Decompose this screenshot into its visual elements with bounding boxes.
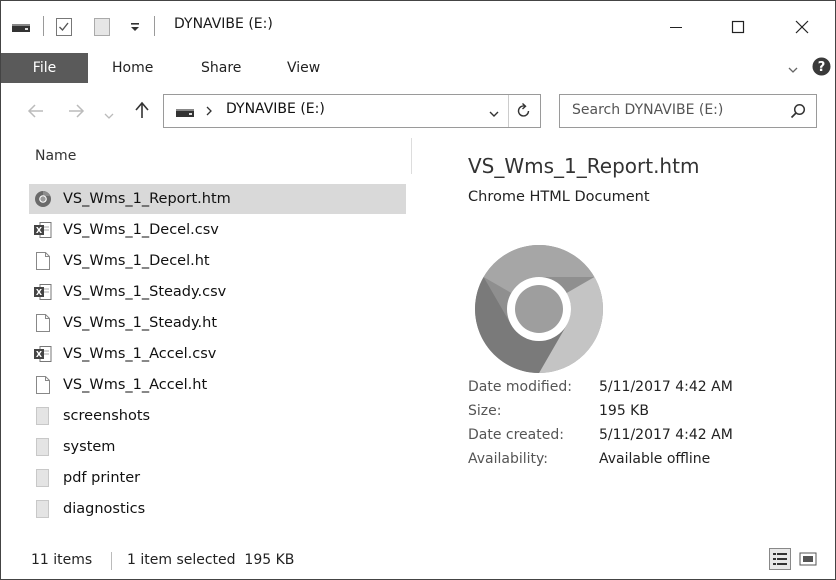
column-header-name[interactable]: Name <box>35 148 76 164</box>
list-item[interactable]: VS_Wms_1_Accel.ht <box>29 370 406 400</box>
forward-arrow-icon[interactable] <box>67 103 85 123</box>
property-row: Size: 195 KB <box>468 403 835 427</box>
property-row: Date modified: 5/11/2017 4:42 AM <box>468 379 835 403</box>
file-icon-gray <box>33 467 53 489</box>
item-count: 11 items <box>31 552 93 568</box>
tab-home[interactable]: Home <box>112 60 153 76</box>
property-label: Availability: <box>468 451 549 467</box>
file-list: Name VS_Wms_1_Report.htm X VS_Wms_1_Dece… <box>1 133 421 538</box>
search-input[interactable]: Search DYNAVIBE (E:) <box>559 94 817 128</box>
navigation-bar: DYNAVIBE (E:) Search DYNAVIBE (E:) <box>1 89 835 131</box>
customize-toolbar-icon[interactable] <box>129 1 141 52</box>
file-icon-gray <box>33 498 53 520</box>
file-name: diagnostics <box>63 501 146 517</box>
expand-ribbon-icon[interactable] <box>787 61 799 80</box>
excel-csv-icon: X <box>33 343 53 365</box>
file-icon-gray <box>33 436 53 458</box>
new-folder-icon[interactable] <box>93 1 111 52</box>
close-button[interactable] <box>779 1 825 52</box>
svg-text:X: X <box>36 350 43 359</box>
file-icon-gray <box>33 405 53 427</box>
title-bar: DYNAVIBE (E:) <box>1 1 835 52</box>
file-icon <box>33 312 53 334</box>
file-name: screenshots <box>63 408 151 424</box>
property-label: Date modified: <box>468 379 572 395</box>
list-item[interactable]: diagnostics <box>29 494 406 524</box>
address-dropdown-icon[interactable] <box>488 105 500 124</box>
details-pane: VS_Wms_1_Report.htm Chrome HTML Document… <box>423 133 833 538</box>
tab-file[interactable]: File <box>1 53 88 83</box>
properties-icon[interactable] <box>55 1 73 52</box>
list-item[interactable]: VS_Wms_1_Steady.ht <box>29 308 406 338</box>
property-value: 5/11/2017 4:42 AM <box>599 379 733 395</box>
search-icon[interactable] <box>790 103 806 123</box>
search-placeholder: Search DYNAVIBE (E:) <box>572 102 724 118</box>
drive-icon <box>11 1 31 52</box>
minimize-button[interactable] <box>653 1 699 52</box>
large-icons-view-icon <box>799 552 817 566</box>
details-view-button[interactable] <box>769 548 791 570</box>
help-icon[interactable]: ? <box>812 57 831 80</box>
file-icon <box>33 250 53 272</box>
list-item[interactable]: VS_Wms_1_Report.htm <box>29 184 406 214</box>
file-name: pdf printer <box>63 470 141 486</box>
list-item[interactable]: X VS_Wms_1_Decel.csv <box>29 215 406 245</box>
property-row: Availability: Available offline <box>468 451 835 475</box>
property-value: Available offline <box>599 451 711 467</box>
refresh-icon[interactable] <box>516 102 532 124</box>
back-arrow-icon[interactable] <box>27 103 45 123</box>
selection-info: 1 item selected 195 KB <box>127 552 295 568</box>
status-bar: 11 items 1 item selected 195 KB <box>1 541 835 579</box>
column-divider[interactable] <box>411 138 412 174</box>
details-file-type: Chrome HTML Document <box>468 189 650 205</box>
recent-locations-icon[interactable] <box>104 106 114 125</box>
file-name: VS_Wms_1_Decel.csv <box>63 222 219 238</box>
property-label: Size: <box>468 403 502 419</box>
list-item[interactable]: screenshots <box>29 401 406 431</box>
file-name: VS_Wms_1_Decel.ht <box>63 253 210 269</box>
ribbon-tabs: File Home Share View ? <box>1 52 835 84</box>
file-name: system <box>63 439 116 455</box>
list-item[interactable]: X VS_Wms_1_Accel.csv <box>29 339 406 369</box>
window-title: DYNAVIBE (E:) <box>174 16 273 32</box>
property-label: Date created: <box>468 427 564 443</box>
tab-view[interactable]: View <box>287 60 320 76</box>
file-name: VS_Wms_1_Steady.csv <box>63 284 227 300</box>
svg-text:?: ? <box>818 60 826 75</box>
breadcrumb-location[interactable]: DYNAVIBE (E:) <box>226 101 325 117</box>
property-value: 5/11/2017 4:42 AM <box>599 427 733 443</box>
tab-share[interactable]: Share <box>201 60 241 76</box>
up-arrow-icon[interactable] <box>134 101 150 123</box>
chrome-icon <box>33 188 53 210</box>
explorer-window: DYNAVIBE (E:) File Home Share View ? DYN… <box>0 0 836 580</box>
details-view-icon <box>773 553 787 565</box>
svg-text:X: X <box>36 288 43 297</box>
file-name: VS_Wms_1_Accel.ht <box>63 377 208 393</box>
property-row: Date created: 5/11/2017 4:42 AM <box>468 427 835 451</box>
property-value: 195 KB <box>599 403 649 419</box>
excel-csv-icon: X <box>33 219 53 241</box>
list-item[interactable]: pdf printer <box>29 463 406 493</box>
list-item[interactable]: X VS_Wms_1_Steady.csv <box>29 277 406 307</box>
address-bar[interactable]: DYNAVIBE (E:) <box>163 94 541 128</box>
svg-text:X: X <box>36 226 43 235</box>
details-file-name: VS_Wms_1_Report.htm <box>468 154 700 178</box>
file-icon <box>33 374 53 396</box>
drive-icon <box>175 104 195 123</box>
file-name: VS_Wms_1_Accel.csv <box>63 346 217 362</box>
file-name: VS_Wms_1_Steady.ht <box>63 315 218 331</box>
breadcrumb-chevron-icon[interactable] <box>205 103 213 122</box>
excel-csv-icon: X <box>33 281 53 303</box>
list-item[interactable]: system <box>29 432 406 462</box>
chrome-logo-icon <box>473 243 605 379</box>
large-icons-view-button[interactable] <box>797 548 819 570</box>
list-item[interactable]: VS_Wms_1_Decel.ht <box>29 246 406 276</box>
maximize-button[interactable] <box>715 1 761 52</box>
file-name: VS_Wms_1_Report.htm <box>63 191 231 207</box>
